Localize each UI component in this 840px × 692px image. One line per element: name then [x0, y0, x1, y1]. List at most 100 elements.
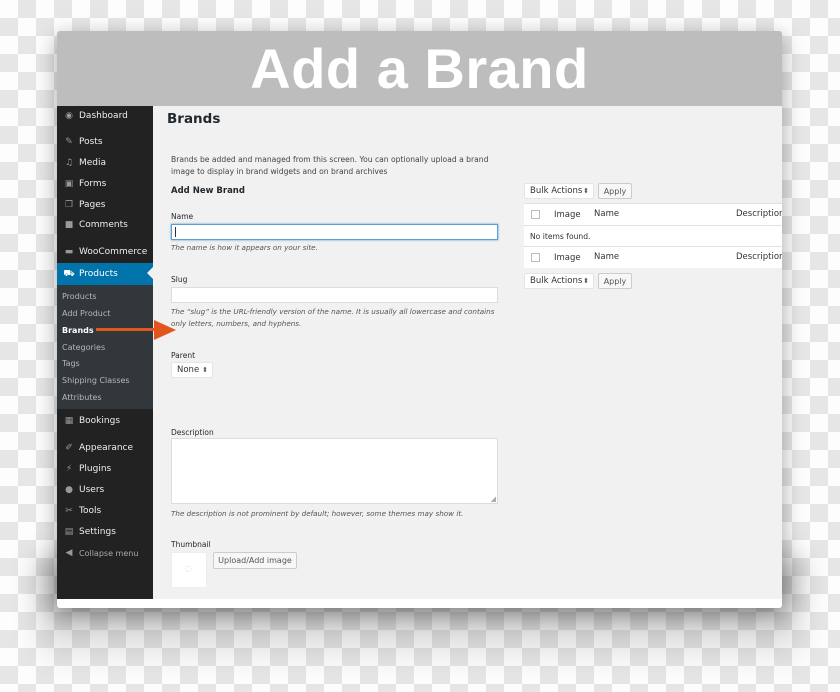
media-icon: ♫ — [64, 158, 74, 168]
bulk-actions-value: Bulk Actions — [530, 276, 583, 286]
dashboard-icon: ◉ — [65, 111, 73, 121]
bulk-actions-select-top[interactable]: Bulk Actions ⬍ — [524, 183, 594, 199]
column-image[interactable]: Image — [554, 253, 581, 263]
wrench-icon: ✂ — [65, 506, 73, 516]
sidebar-item-label: Forms — [79, 179, 107, 189]
sidebar-item-comments[interactable]: ■ Comments — [57, 215, 153, 235]
description-textarea[interactable]: ◢ — [171, 438, 498, 504]
bulk-actions-value: Bulk Actions — [530, 186, 583, 196]
description-label: Description — [171, 428, 214, 437]
main-content: Brands Brands be added and managed from … — [153, 106, 782, 608]
thumbnail-label: Thumbnail — [171, 540, 211, 549]
table-row: No items found. — [524, 225, 782, 247]
sidebar-item-label: Pages — [79, 200, 106, 210]
name-input[interactable] — [171, 224, 498, 240]
sidebar-item-plugins[interactable]: ⚡ Plugins — [57, 459, 153, 479]
slug-label: Slug — [171, 275, 188, 284]
select-arrows-icon: ⬍ — [583, 277, 589, 285]
sidebar-item-settings[interactable]: ▤ Settings — [57, 522, 153, 542]
table-footer-row: Image Name Description — [524, 246, 782, 268]
plug-icon: ⚡ — [65, 464, 73, 474]
description-hint: The description is not prominent by defa… — [171, 509, 464, 518]
submenu-products[interactable]: Products — [62, 292, 97, 301]
sidebar-item-label: Plugins — [79, 464, 112, 474]
thumbnail-preview: ◌ — [171, 552, 207, 588]
sidebar-item-posts[interactable]: ✎ Posts — [57, 132, 153, 152]
sidebar-item-woocommerce[interactable]: ▬ WooCommerce — [57, 242, 153, 262]
banner-title: Add a Brand — [57, 31, 782, 106]
slug-input[interactable] — [171, 287, 498, 303]
sidebar-item-appearance[interactable]: ✐ Appearance — [57, 438, 153, 458]
column-name[interactable]: Name — [594, 209, 619, 219]
collapse-menu-button[interactable]: ◀ Collapse menu — [57, 543, 153, 563]
annotation-arrow-icon — [154, 320, 176, 340]
woocommerce-icon: ▬ — [64, 247, 74, 257]
upload-image-button[interactable]: Upload/Add image — [213, 552, 297, 569]
submenu-attributes[interactable]: Attributes — [62, 393, 102, 402]
sidebar-item-forms[interactable]: ▣ Forms — [57, 174, 153, 194]
sidebar-item-media[interactable]: ♫ Media — [57, 153, 153, 173]
sidebar-item-label: Products — [79, 269, 118, 279]
select-all-checkbox-footer[interactable] — [531, 253, 540, 262]
column-description[interactable]: Description — [736, 209, 782, 219]
window-bottom-edge — [57, 599, 782, 608]
column-description[interactable]: Description — [736, 252, 782, 262]
text-caret — [175, 227, 176, 237]
sidebar-item-label: Posts — [79, 137, 103, 147]
comment-icon: ■ — [64, 220, 74, 230]
submenu-shipping-classes[interactable]: Shipping Classes — [62, 376, 130, 385]
slug-hint: The “slug” is the URL-friendly version o… — [171, 307, 495, 328]
sidebar-item-bookings[interactable]: ▦ Bookings — [57, 411, 153, 431]
settings-icon: ▤ — [64, 527, 74, 537]
parent-select[interactable]: None ⬍ — [171, 362, 213, 378]
sidebar-item-dashboard[interactable]: ◉ Dashboard — [57, 106, 153, 126]
table-header-row: Image Name Description — [524, 203, 782, 225]
no-items-message: No items found. — [530, 232, 591, 241]
pages-icon: ❐ — [64, 200, 74, 210]
sidebar-item-users[interactable]: ● Users — [57, 480, 153, 500]
sidebar-item-products[interactable]: ⛟ Products — [57, 263, 153, 285]
column-image[interactable]: Image — [554, 210, 581, 220]
resize-handle-icon[interactable]: ◢ — [491, 495, 496, 503]
sidebar-item-label: WooCommerce — [79, 247, 148, 257]
products-submenu: Products Add Product Brands Categories T… — [57, 285, 153, 409]
sidebar-item-label: Tools — [79, 506, 102, 516]
sidebar-item-label: Settings — [79, 527, 116, 537]
bulk-actions-select-bottom[interactable]: Bulk Actions ⬍ — [524, 273, 594, 289]
sidebar-item-label: Bookings — [79, 416, 121, 426]
column-name[interactable]: Name — [594, 252, 619, 262]
parent-label: Parent — [171, 351, 196, 360]
sidebar-item-label: Users — [79, 485, 105, 495]
annotation-arrow-line — [96, 328, 156, 331]
sidebar-item-label: Appearance — [79, 443, 134, 453]
sidebar-item-label: Collapse menu — [79, 548, 139, 558]
cart-icon: ⛟ — [63, 268, 75, 279]
apply-button-bottom[interactable]: Apply — [598, 273, 632, 289]
select-arrows-icon: ⬍ — [202, 366, 208, 374]
name-hint: The name is how it appears on your site. — [171, 243, 318, 252]
submenu-categories[interactable]: Categories — [62, 343, 105, 352]
page-title: Brands — [167, 111, 221, 127]
forms-icon: ▣ — [64, 179, 74, 189]
submenu-add-product[interactable]: Add Product — [62, 309, 110, 318]
add-new-brand-heading: Add New Brand — [171, 186, 245, 196]
admin-sidebar: ◉ Dashboard ✎ Posts ♫ Media ▣ Forms ❐ Pa… — [57, 106, 153, 599]
sidebar-item-label: Comments — [79, 220, 128, 230]
sidebar-item-tools[interactable]: ✂ Tools — [57, 501, 153, 521]
submenu-brands[interactable]: Brands — [62, 326, 94, 335]
name-label: Name — [171, 212, 194, 221]
calendar-icon: ▦ — [64, 416, 74, 426]
user-icon: ● — [65, 485, 73, 495]
sidebar-item-label: Dashboard — [79, 111, 128, 121]
select-arrows-icon: ⬍ — [583, 187, 589, 195]
apply-button-top[interactable]: Apply — [598, 183, 632, 199]
intro-text: Brands be added and managed from this sc… — [171, 155, 489, 176]
brush-icon: ✐ — [65, 443, 73, 453]
select-all-checkbox[interactable] — [531, 210, 540, 219]
parent-select-value: None — [177, 365, 200, 375]
submenu-tags[interactable]: Tags — [62, 359, 80, 368]
collapse-icon: ◀ — [65, 548, 73, 558]
sidebar-item-pages[interactable]: ❐ Pages — [57, 195, 153, 215]
pin-icon: ✎ — [65, 137, 73, 147]
placeholder-image-icon: ◌ — [185, 564, 192, 573]
